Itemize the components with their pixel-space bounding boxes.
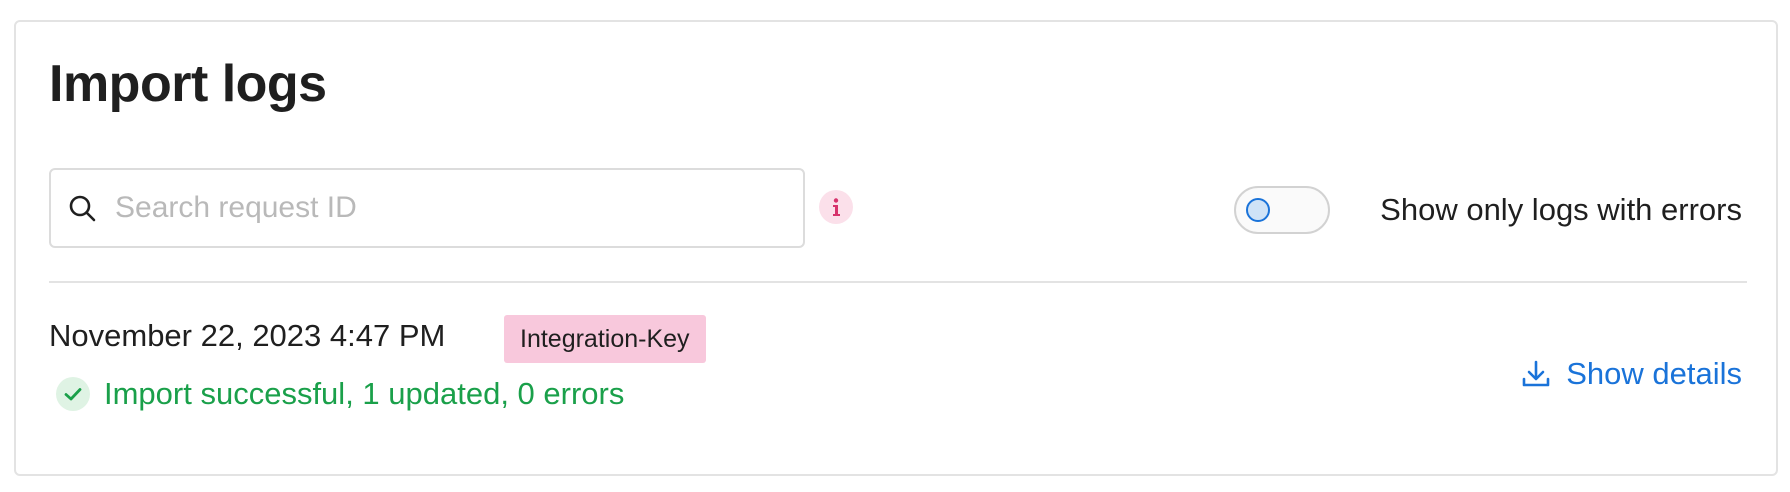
info-icon[interactable] xyxy=(819,190,853,224)
show-details-label[interactable]: Show details xyxy=(1566,356,1742,392)
download-icon xyxy=(1522,360,1550,387)
search-box[interactable] xyxy=(49,168,805,248)
errors-only-toggle-label[interactable]: Show only logs with errors xyxy=(1380,192,1742,228)
log-timestamp: November 22, 2023 4:47 PM xyxy=(49,318,446,353)
errors-only-toggle[interactable] xyxy=(1234,186,1330,234)
page-title: Import logs xyxy=(49,55,327,113)
search-icon xyxy=(69,195,96,222)
import-logs-card: Import logs Show only logs with errors N… xyxy=(14,20,1778,476)
divider xyxy=(49,281,1747,283)
check-circle-icon xyxy=(56,377,90,411)
import-status-text: Import successful, 1 updated, 0 errors xyxy=(104,376,625,411)
show-details-button[interactable]: Show details xyxy=(1520,356,1742,392)
search-input[interactable] xyxy=(115,170,795,246)
toggle-knob xyxy=(1246,198,1270,222)
integration-key-badge: Integration-Key xyxy=(504,315,706,363)
import-status: Import successful, 1 updated, 0 errors xyxy=(56,374,624,414)
